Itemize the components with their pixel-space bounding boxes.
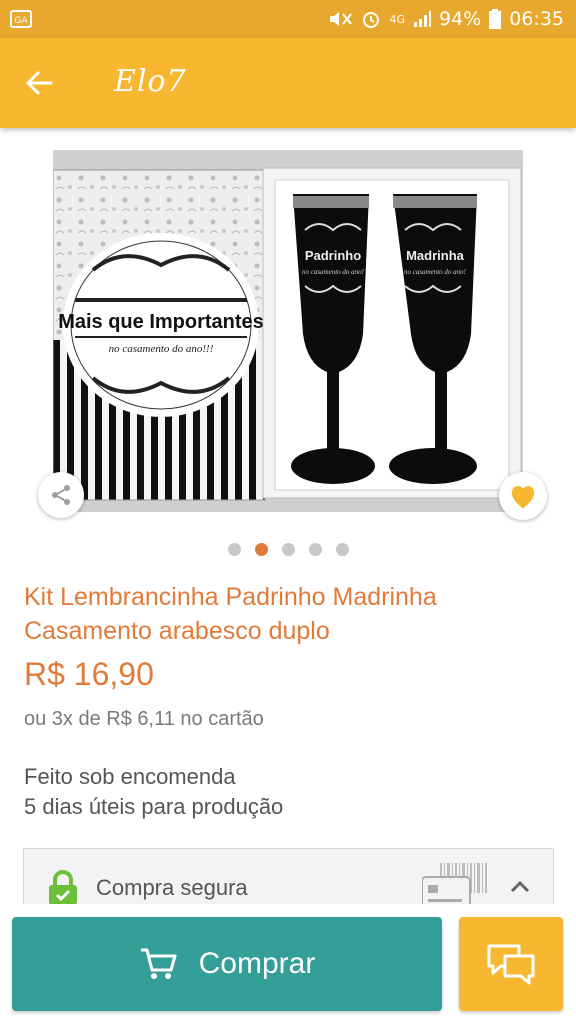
gallery-notification-icon: GA [10,9,32,34]
chat-icon [487,944,535,985]
signal-icon [413,10,431,28]
app-title: Elo7 [114,64,187,99]
production-line-2: 5 dias úteis para produção [24,794,284,819]
back-button[interactable] [22,66,56,100]
app-bar: Elo7 [0,38,576,128]
glass-left-text: Padrinho [305,248,361,263]
status-icons: 4G 94% 06:35 [327,0,564,38]
cart-icon [140,948,177,979]
installments-text: ou 3x de R$ 6,11 no cartão [24,708,264,730]
alarm-icon [361,9,381,29]
network-type: 4G [389,12,405,26]
chevron-up-icon[interactable] [510,879,530,898]
heart-icon [511,486,535,509]
buy-button-label: Comprar [198,947,316,980]
box-text-main: Mais que Importantes [58,311,264,333]
carousel-dot-3[interactable] [281,543,295,556]
glass-right-subtext: no casamento do ano! [404,268,467,276]
product-image[interactable]: Mais que Importantes no casamento do ano… [53,150,523,512]
secure-purchase-label: Compra segura [96,875,248,900]
production-line-1: Feito sob encomenda [24,764,236,789]
box-text-sub: no casamento do ano!!! [109,343,214,355]
carousel-dot-5[interactable] [335,543,349,556]
mute-icon [327,9,353,29]
battery-icon [489,9,502,29]
share-button[interactable] [38,472,84,518]
status-bar: GA 4G 94% 06:35 [0,0,576,38]
arrow-left-icon [26,71,53,95]
battery-percent: 94% [439,8,482,30]
glass-left-subtext: no casamento do ano! [302,268,365,276]
chat-button[interactable] [459,917,563,1011]
carousel-dot-1[interactable] [227,543,241,556]
product-title: Kit Lembrancinha Padrinho Madrinha Casam… [24,583,437,645]
buy-button[interactable]: Comprar [12,917,442,1011]
carousel-dot-2[interactable] [254,543,268,556]
product-price: R$ 16,90 [24,656,154,692]
production-info: Feito sob encomenda 5 dias úteis para pr… [24,762,283,822]
glass-right-text: Madrinha [406,248,465,263]
bottom-action-bar: Comprar [0,904,576,1024]
favorite-button[interactable] [499,472,547,520]
carousel-indicator [0,543,576,556]
svg-text:GA: GA [14,16,28,26]
carousel-dot-4[interactable] [308,543,322,556]
share-icon [52,485,70,505]
clock: 06:35 [509,8,564,30]
